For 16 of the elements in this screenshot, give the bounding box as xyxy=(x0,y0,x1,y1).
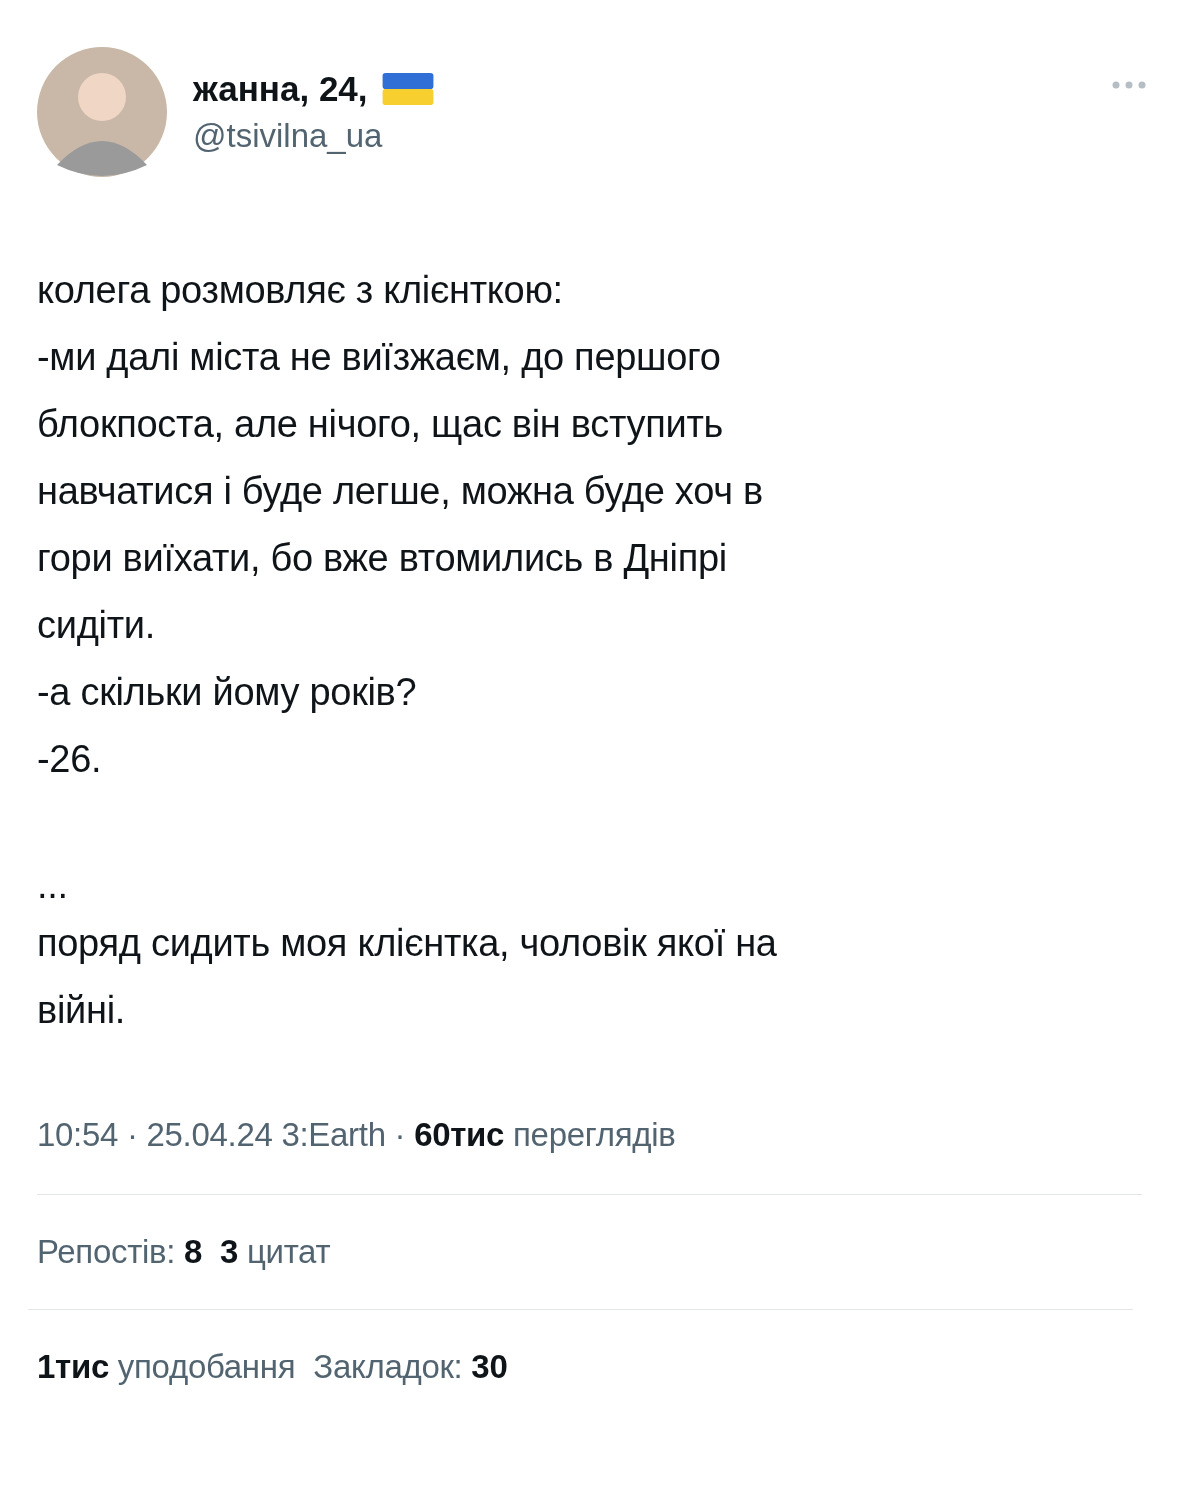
more-icon[interactable] xyxy=(1112,81,1146,89)
tweet-text: ... xyxy=(37,863,69,908)
tweet-meta: 10:54 · 25.04.24 3:Earth · 60тис переглядів xyxy=(37,1116,677,1154)
tweet-text: поряд сидить моя клієнтка, чоловік якої на війні. xyxy=(37,921,778,1033)
stat-link[interactable]: 1тис уподобання xyxy=(37,1348,296,1386)
avatar[interactable] xyxy=(37,47,167,177)
tweet-text: -а скільки йому років? xyxy=(37,670,418,715)
stat-link[interactable]: 3 цитат xyxy=(220,1233,331,1271)
tweet-text: -ми далі міста не виїзжаєм, до першого блокпоста, але нічого, щас він вступить навчатися і буде легше, можна буде хоч в гори виїхати, бо вже втомились в Дніпрі сидіти. xyxy=(37,335,764,648)
author-name[interactable]: жанна, 24, xyxy=(193,67,368,111)
tweet-text: колега розмовляє з клієнткою: xyxy=(37,268,564,313)
stat-link[interactable]: Закладок: 30 xyxy=(313,1348,508,1386)
author-handle[interactable]: @tsivilna_ua xyxy=(193,113,434,159)
flag-icon xyxy=(381,73,434,105)
tweet-text: -26. xyxy=(37,737,103,782)
stat-link[interactable]: Репостів: 8 xyxy=(37,1233,202,1271)
